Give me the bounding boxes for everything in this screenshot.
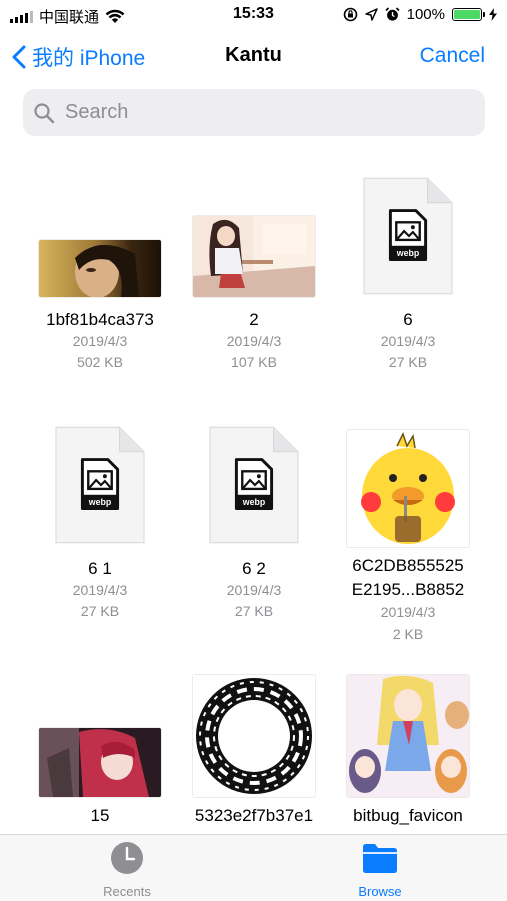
webp-document-icon: webp xyxy=(209,426,299,544)
file-name-line1: 6C2DB855525 xyxy=(352,556,464,575)
file-name: 15 xyxy=(90,806,110,825)
file-thumbnail xyxy=(193,675,315,797)
file-thumbnail xyxy=(193,216,315,297)
file-date: 2019/4/3 xyxy=(72,582,128,598)
charging-icon xyxy=(489,8,497,21)
status-right: 100% xyxy=(343,6,497,23)
file-date: 2019/4/3 xyxy=(226,582,282,598)
file-date: 2019/4/3 xyxy=(380,604,436,620)
search-icon xyxy=(34,102,55,123)
webp-document-icon: webp xyxy=(363,177,453,295)
file-name: 6 2 xyxy=(242,559,266,578)
search-bar[interactable] xyxy=(23,89,485,136)
file-thumbnail xyxy=(347,675,469,797)
webp-badge: webp xyxy=(88,497,112,507)
tab-browse[interactable]: Browse xyxy=(320,841,440,899)
file-size: 27 KB xyxy=(234,603,274,619)
cancel-button[interactable]: Cancel xyxy=(420,44,485,68)
file-name-line2: E2195...B8852 xyxy=(351,580,465,599)
file-size: 27 KB xyxy=(80,603,120,619)
file-date: 2019/4/3 xyxy=(380,333,436,349)
file-size: 27 KB xyxy=(388,354,428,370)
file-grid: 1bf81b4ca373 2019/4/3 502 KB 2 2019/4/3 … xyxy=(0,150,507,834)
battery-percent: 100% xyxy=(406,6,445,23)
file-size: 107 KB xyxy=(231,354,277,370)
tab-recents-label: Recents xyxy=(103,884,151,899)
folder-icon xyxy=(363,844,397,873)
file-name: 2 xyxy=(249,310,259,329)
file-name: 6 1 xyxy=(88,559,112,578)
file-size: 2 KB xyxy=(392,626,424,642)
file-thumbnail xyxy=(39,728,161,797)
file-thumbnail xyxy=(39,240,161,297)
status-bar: 中国联通 15:33 100% xyxy=(0,0,507,30)
file-name: 1bf81b4ca373 xyxy=(46,310,154,329)
tab-bar: Recents Browse xyxy=(0,834,507,901)
file-name: 5323e2f7b37e1 xyxy=(194,806,314,825)
file-thumbnail xyxy=(347,430,469,547)
location-icon xyxy=(364,8,378,21)
tab-recents[interactable]: Recents xyxy=(67,841,187,899)
orientation-lock-icon xyxy=(343,7,357,22)
webp-document-icon: webp xyxy=(55,426,145,544)
battery-level xyxy=(454,10,480,19)
nav-bar: 我的 iPhone Kantu Cancel xyxy=(0,36,507,80)
file-size: 502 KB xyxy=(77,354,123,370)
file-name: bitbug_favicon xyxy=(353,806,463,825)
clock-icon xyxy=(111,842,143,874)
file-date: 2019/4/3 xyxy=(72,333,128,349)
alarm-icon xyxy=(385,7,400,21)
battery-icon xyxy=(452,8,485,21)
webp-badge: webp xyxy=(242,497,266,507)
webp-badge: webp xyxy=(396,248,420,258)
file-name: 6 xyxy=(403,310,413,329)
file-date: 2019/4/3 xyxy=(226,333,282,349)
tab-browse-label: Browse xyxy=(358,884,402,899)
search-input[interactable] xyxy=(63,100,467,125)
